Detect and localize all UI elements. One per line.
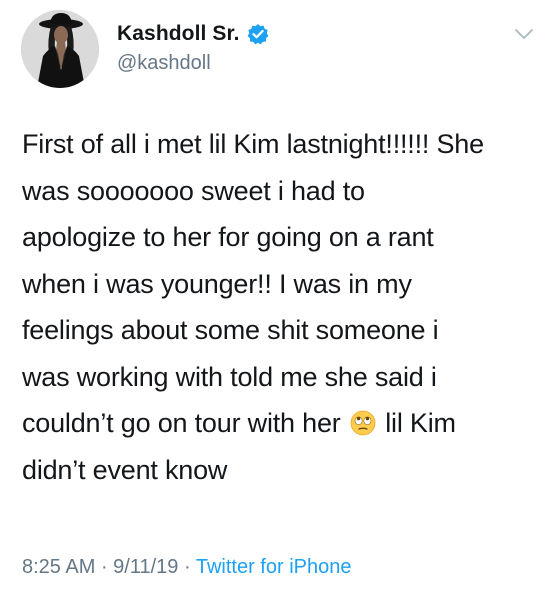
tweet-text-line: feelings about some shit someone i — [22, 315, 439, 345]
chevron-down-icon[interactable] — [514, 27, 534, 41]
meta-separator: · — [178, 556, 196, 578]
tweet-text-segment: lil Kim — [385, 408, 456, 438]
tweet-meta: 8:25 AM · 9/11/19 · Twitter for iPhone — [22, 556, 351, 579]
avatar[interactable] — [21, 10, 99, 88]
tweet-source-link[interactable]: Twitter for iPhone — [196, 556, 352, 578]
avatar-photo-icon — [21, 10, 99, 88]
tweet-text-line: First of all i met lil Kim lastnight!!!!… — [22, 129, 484, 159]
tweet-time[interactable]: 8:25 AM — [22, 556, 95, 578]
tweet-card: Kashdoll Sr. @kashdoll First of all i me… — [0, 0, 557, 600]
author-handle[interactable]: @kashdoll — [117, 52, 211, 75]
tweet-text-line: was sooooooo sweet i had to — [22, 175, 365, 206]
author-name-row: Kashdoll Sr. — [117, 19, 269, 49]
tweet-text-line: when i was younger!! I was in my — [22, 268, 412, 299]
meta-separator: · — [95, 556, 114, 578]
tweet-text-line: apologize to her for going on a rant — [22, 222, 434, 252]
tweet-date[interactable]: 9/11/19 — [113, 556, 178, 578]
tweet-text-line: didn’t event know — [22, 454, 228, 485]
face-with-rolling-eyes-emoji-icon — [350, 404, 376, 436]
tweet-text: First of all i met lil Kim lastnight!!!!… — [22, 121, 547, 493]
author-display-name[interactable]: Kashdoll Sr. — [117, 22, 240, 46]
verified-badge-icon — [247, 23, 269, 45]
tweet-text-line-with-emoji: couldn’t go on tour with her lil Kim — [22, 400, 547, 447]
tweet-text-line: was working with told me she said i — [22, 361, 437, 392]
tweet-text-segment: couldn’t go on tour with her — [22, 408, 341, 438]
